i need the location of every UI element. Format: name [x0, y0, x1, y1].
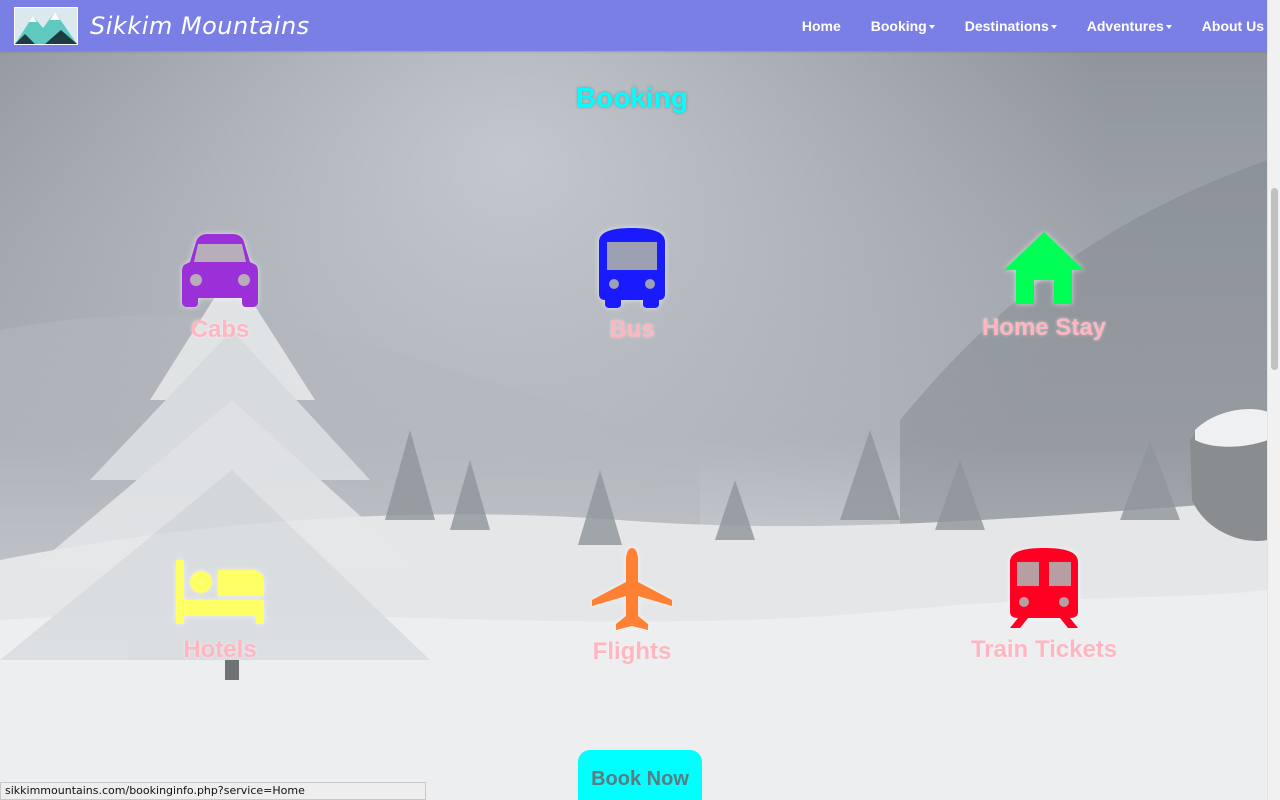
- service-label: Home Stay: [981, 314, 1107, 341]
- service-hotels[interactable]: Hotels: [70, 548, 370, 664]
- nav-menu: Home Booking Destinations Adventures Abo…: [787, 0, 1268, 51]
- status-bar-url: sikkimmountains.com/bookinginfo.php?serv…: [0, 782, 426, 800]
- home-icon: [1004, 232, 1084, 304]
- train-icon: [1010, 548, 1078, 628]
- book-now-button[interactable]: Book Now: [578, 750, 702, 800]
- nav-item-destinations[interactable]: Destinations: [965, 18, 1057, 34]
- background-image: [0, 160, 1268, 800]
- caret-down-icon: [928, 24, 935, 29]
- service-label: Hotels: [183, 636, 257, 663]
- service-label: Bus: [609, 316, 655, 343]
- service-train-tickets[interactable]: Train Tickets: [894, 548, 1194, 664]
- caret-down-icon: [1050, 24, 1057, 29]
- bus-icon: [599, 228, 665, 308]
- scrollbar-thumb[interactable]: [1271, 188, 1278, 370]
- brand[interactable]: Sikkim Mountains: [14, 7, 310, 45]
- nav-item-booking[interactable]: Booking: [871, 18, 935, 34]
- page: Sikkim Mountains Home Booking Destinatio…: [0, 0, 1280, 800]
- nav-item-home[interactable]: Home: [802, 18, 841, 34]
- airplane-icon: [592, 548, 672, 630]
- service-label: Cabs: [190, 316, 250, 343]
- nav-item-label: Home: [801, 17, 841, 34]
- caret-down-icon: [1165, 24, 1172, 29]
- section-title: Booking: [576, 82, 688, 113]
- service-home-stay[interactable]: Home Stay: [894, 228, 1194, 342]
- nav-item-label: About Us: [1201, 17, 1264, 34]
- service-label: Flights: [592, 638, 672, 665]
- nav-item-label: Destinations: [964, 17, 1049, 34]
- service-bus[interactable]: Bus: [482, 228, 782, 344]
- nav-item-adventures[interactable]: Adventures: [1087, 18, 1172, 34]
- car-icon: [182, 234, 258, 307]
- service-cabs[interactable]: Cabs: [70, 228, 370, 344]
- nav-item-about-us[interactable]: About Us: [1202, 18, 1264, 34]
- nav-item-label: Adventures: [1086, 17, 1164, 34]
- nav-item-label: Booking: [870, 17, 927, 34]
- brand-logo[interactable]: [14, 7, 78, 45]
- bed-icon: [176, 560, 264, 624]
- scrollbar[interactable]: [1267, 0, 1280, 800]
- brand-name[interactable]: Sikkim Mountains: [90, 12, 310, 40]
- navbar: Sikkim Mountains Home Booking Destinatio…: [0, 0, 1268, 51]
- service-label: Train Tickets: [970, 636, 1118, 663]
- service-flights[interactable]: Flights: [482, 548, 782, 666]
- mountain-logo-icon: [15, 8, 77, 44]
